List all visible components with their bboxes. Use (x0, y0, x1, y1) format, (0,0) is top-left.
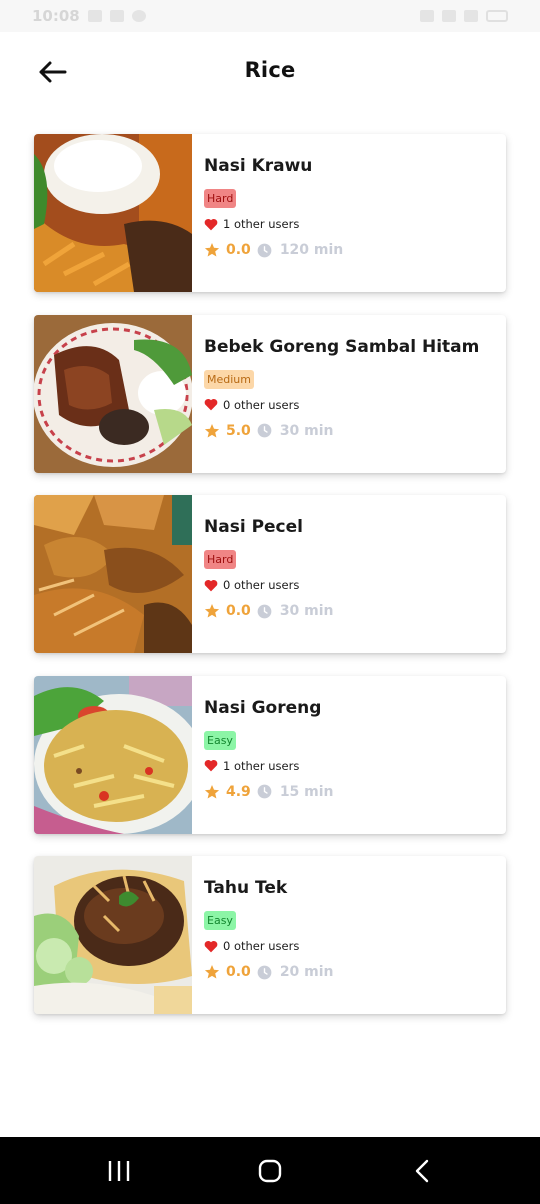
heart-icon (204, 579, 218, 592)
alarm-icon (420, 10, 434, 22)
clock-icon (257, 423, 272, 438)
recipe-image (34, 856, 192, 1014)
system-back-button[interactable] (402, 1155, 442, 1187)
status-time: 10:08 (32, 7, 80, 25)
gallery-notification-icon (87, 10, 102, 22)
likes-text: 1 other users (223, 217, 300, 231)
recipe-image (34, 314, 192, 473)
recipe-image (34, 675, 192, 834)
likes-row: 1 other users (204, 217, 506, 231)
difficulty-badge: Easy (204, 730, 236, 750)
recipe-image (34, 495, 192, 653)
recipe-info: Tahu Tek Easy 0 other users 0.0 20 min (192, 856, 506, 1014)
likes-text: 0 other users (223, 397, 300, 412)
header: Rice (0, 32, 540, 114)
signal-icon (464, 10, 478, 22)
meta-row: 5.0 30 min (204, 423, 506, 439)
difficulty-badge: Easy (204, 911, 236, 930)
discord-notification-icon (109, 10, 124, 22)
recents-icon (107, 1160, 131, 1182)
clock-icon (257, 604, 272, 619)
recipe-list: Nasi Krawu Hard 1 other users 0.0 120 mi… (34, 134, 506, 1037)
heart-icon (204, 218, 218, 231)
page-title: Rice (244, 58, 296, 82)
star-icon (204, 603, 220, 619)
meta-row: 0.0 120 min (204, 242, 506, 258)
difficulty-badge: Medium (204, 369, 254, 389)
meta-row: 4.9 15 min (204, 784, 506, 800)
recents-button[interactable] (99, 1155, 139, 1187)
heart-icon (204, 398, 218, 411)
recipe-name: Bebek Goreng Sambal Hitam (204, 336, 480, 357)
recipe-name: Nasi Krawu (204, 156, 313, 176)
status-left: 10:08 (32, 7, 146, 25)
time-value: 30 min (279, 603, 334, 619)
clock-icon (257, 243, 272, 258)
time-value: 120 min (279, 242, 344, 258)
meta-row: 0.0 30 min (204, 603, 506, 619)
recipe-info: Nasi Goreng Easy 1 other users 4.9 15 mi… (192, 676, 506, 834)
recipe-info: Bebek Goreng Sambal Hitam Medium 0 other… (192, 315, 506, 473)
recipe-info: Nasi Pecel Hard 0 other users 0.0 30 min (192, 495, 506, 653)
likes-text: 1 other users (223, 758, 300, 773)
difficulty-badge: Hard (204, 550, 237, 569)
status-right (420, 10, 508, 22)
likes-row: 1 other users (204, 759, 506, 773)
likes-row: 0 other users (204, 398, 506, 412)
rating-value: 0.0 (226, 964, 251, 980)
time-value: 20 min (279, 964, 334, 980)
likes-text: 0 other users (223, 939, 300, 953)
system-nav-bar (0, 1137, 540, 1204)
recipe-card[interactable]: Nasi Goreng Easy 1 other users 4.9 15 mi… (34, 675, 506, 834)
rating-value: 0.0 (226, 603, 251, 619)
difficulty-badge: Hard (204, 189, 237, 208)
heart-icon (204, 940, 218, 953)
recipe-card[interactable]: Tahu Tek Easy 0 other users 0.0 20 min (34, 856, 506, 1014)
status-bar: 10:08 (0, 0, 540, 32)
recipe-card[interactable]: Nasi Krawu Hard 1 other users 0.0 120 mi… (34, 134, 506, 292)
home-button[interactable] (250, 1155, 290, 1187)
rating-value: 5.0 (226, 422, 251, 439)
likes-row: 0 other users (204, 578, 506, 592)
sync-notification-icon (131, 10, 146, 22)
meta-row: 0.0 20 min (204, 964, 506, 980)
recipe-image (34, 134, 192, 292)
time-value: 15 min (279, 783, 334, 800)
star-icon (204, 242, 220, 258)
recipe-name: Nasi Pecel (204, 517, 303, 537)
star-icon (204, 423, 220, 439)
chevron-left-icon (414, 1159, 430, 1183)
recipe-name: Tahu Tek (204, 878, 288, 898)
recipe-info: Nasi Krawu Hard 1 other users 0.0 120 mi… (192, 134, 506, 292)
clock-icon (257, 965, 272, 980)
recipe-card[interactable]: Bebek Goreng Sambal Hitam Medium 0 other… (34, 314, 506, 473)
battery-icon (486, 10, 508, 22)
likes-text: 0 other users (223, 578, 300, 592)
clock-icon (257, 784, 272, 799)
recipe-name: Nasi Goreng (204, 697, 322, 718)
time-value: 30 min (279, 422, 334, 439)
recipe-card[interactable]: Nasi Pecel Hard 0 other users 0.0 30 min (34, 495, 506, 653)
heart-icon (204, 759, 218, 772)
rating-value: 0.0 (226, 242, 251, 258)
rating-value: 4.9 (226, 783, 251, 800)
star-icon (204, 784, 220, 800)
star-icon (204, 964, 220, 980)
wifi-icon (442, 10, 456, 22)
likes-row: 0 other users (204, 939, 506, 953)
home-icon (258, 1159, 282, 1183)
